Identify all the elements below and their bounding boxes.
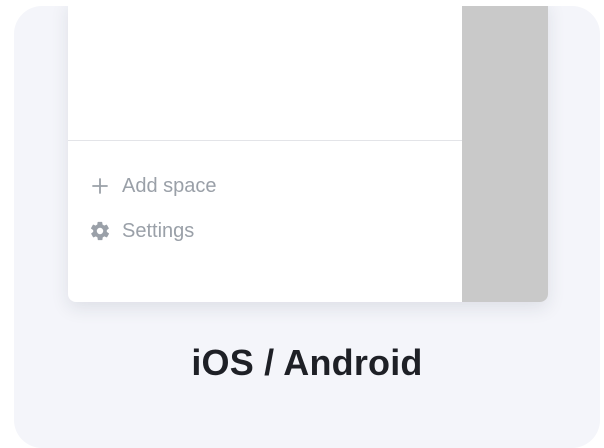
gear-icon (88, 219, 112, 243)
platform-card: Add space Settings iOS / Android (14, 6, 600, 448)
dimmed-overlay[interactable] (462, 6, 548, 302)
app-drawer-preview: Add space Settings (68, 6, 548, 302)
settings-label: Settings (122, 219, 195, 242)
platform-caption: iOS / Android (191, 342, 423, 383)
add-space-label: Add space (122, 174, 217, 197)
settings-button[interactable]: Settings (88, 217, 194, 245)
add-space-button[interactable]: Add space (88, 172, 217, 200)
plus-icon (88, 174, 112, 198)
drawer-divider (68, 140, 462, 141)
drawer-content-area (68, 6, 462, 140)
